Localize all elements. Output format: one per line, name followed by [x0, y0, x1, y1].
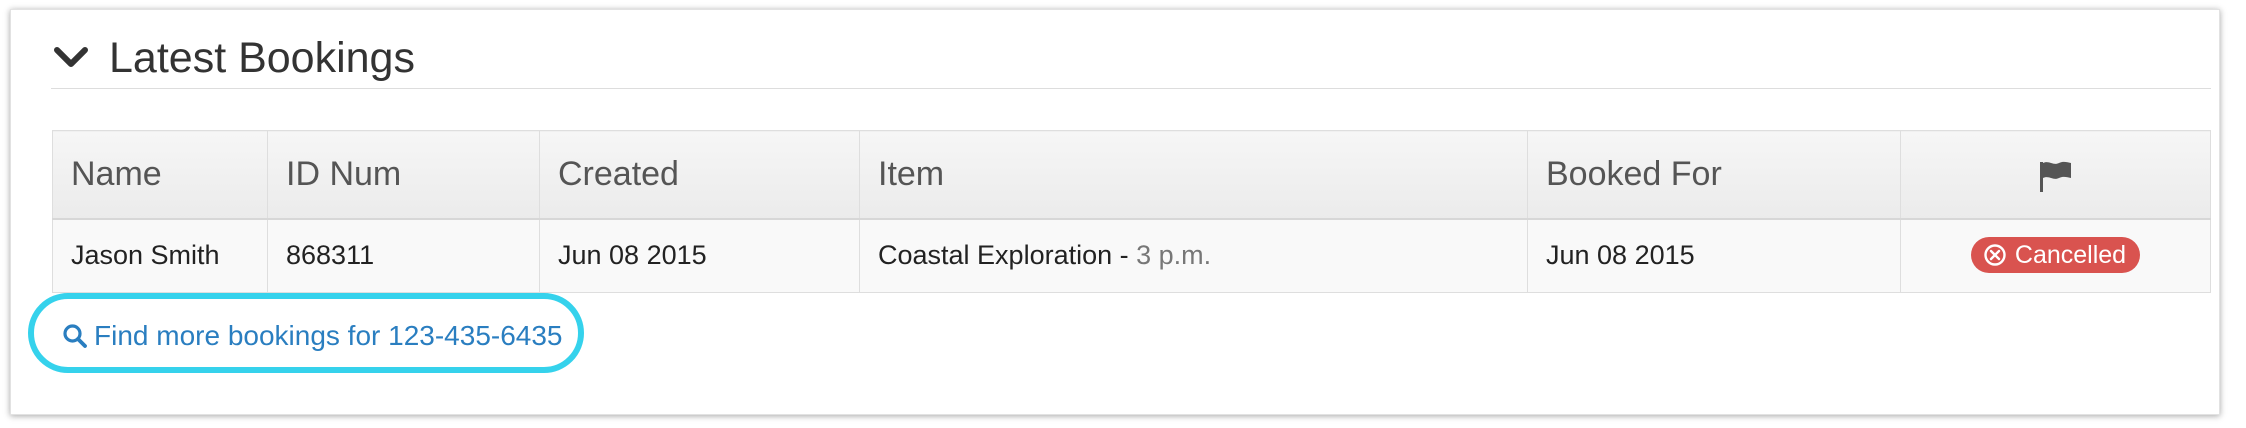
item-time: 3 p.m.: [1136, 240, 1212, 271]
cell-item: Coastal Exploration - 3 p.m.: [859, 218, 1528, 293]
cell-created: Jun 08 2015: [539, 218, 860, 293]
item-name: Coastal Exploration -: [878, 240, 1137, 271]
search-icon: [62, 323, 88, 349]
column-header-status[interactable]: [1900, 130, 2211, 220]
chevron-down-icon[interactable]: [51, 38, 91, 78]
column-header-booked-for[interactable]: Booked For: [1527, 130, 1901, 220]
bookings-table: Name ID Num Created Item Booked For Jaso…: [52, 130, 2211, 293]
find-more-bookings-link[interactable]: Find more bookings for 123-435-6435: [62, 318, 563, 354]
section-title: Latest Bookings: [109, 33, 415, 82]
flag-icon: [2038, 155, 2074, 193]
column-header-item[interactable]: Item: [859, 130, 1528, 220]
header-divider: [51, 88, 2211, 89]
table-row[interactable]: Jason Smith 868311 Jun 08 2015 Coastal E…: [52, 218, 2211, 293]
cell-status: Cancelled: [1900, 218, 2211, 293]
status-label: Cancelled: [2014, 240, 2127, 269]
find-link-label: Find more bookings for 123-435-6435: [94, 320, 563, 351]
column-header-id-num[interactable]: ID Num: [267, 130, 540, 220]
column-header-name[interactable]: Name: [52, 130, 268, 220]
cell-booked-for: Jun 08 2015: [1527, 218, 1901, 293]
cell-name: Jason Smith: [52, 218, 268, 293]
table-header-row: Name ID Num Created Item Booked For: [52, 130, 2211, 220]
column-header-created[interactable]: Created: [539, 130, 860, 220]
section-header[interactable]: Latest Bookings: [51, 28, 415, 88]
cell-id-num: 868311: [267, 218, 540, 293]
status-badge: Cancelled: [1970, 237, 2141, 274]
x-circle-icon: [1983, 243, 2007, 267]
